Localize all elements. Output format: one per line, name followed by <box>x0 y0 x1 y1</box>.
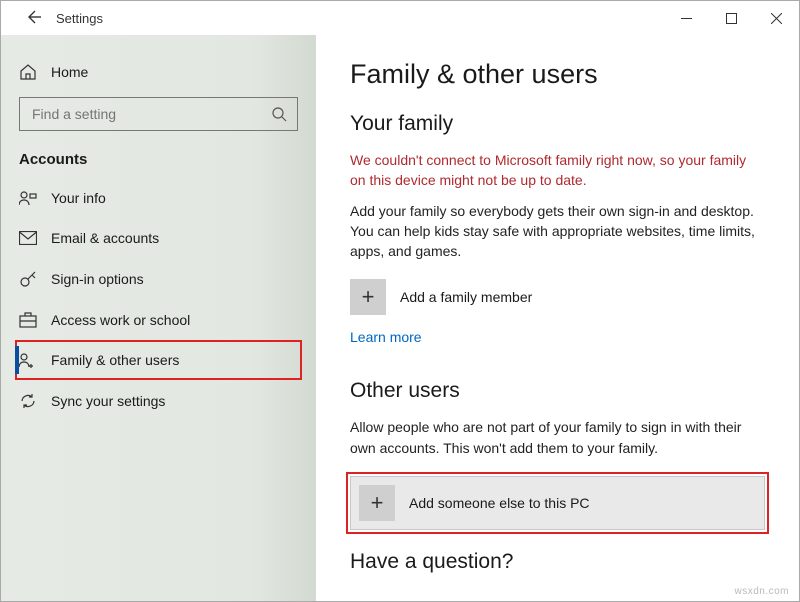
sidebar-item-label: Family & other users <box>51 352 179 368</box>
sidebar-item-label: Email & accounts <box>51 230 159 246</box>
watermark: wsxdn.com <box>734 586 789 597</box>
learn-more-link[interactable]: Learn more <box>350 329 765 345</box>
minimize-button[interactable] <box>664 1 709 35</box>
home-nav[interactable]: Home <box>1 53 316 91</box>
sidebar-item-signin[interactable]: Sign-in options <box>1 258 316 300</box>
plus-icon: + <box>350 279 386 315</box>
arrow-left-icon <box>24 8 42 26</box>
back-button[interactable] <box>24 8 42 26</box>
search-box[interactable] <box>19 97 298 131</box>
key-icon <box>19 270 37 288</box>
mail-icon <box>19 231 37 245</box>
family-section-title: Your family <box>350 112 765 136</box>
maximize-icon <box>726 13 737 24</box>
plus-icon: + <box>359 485 395 521</box>
sidebar-item-label: Sign-in options <box>51 271 144 287</box>
add-other-label: Add someone else to this PC <box>409 495 590 511</box>
minimize-icon <box>681 13 692 24</box>
window-controls <box>664 1 799 35</box>
briefcase-icon <box>19 312 37 328</box>
close-button[interactable] <box>754 1 799 35</box>
add-other-user-button[interactable]: + Add someone else to this PC <box>350 476 765 530</box>
sidebar-item-your-info[interactable]: Your info <box>1 178 316 218</box>
person-badge-icon <box>19 190 37 206</box>
sidebar-item-email[interactable]: Email & accounts <box>1 218 316 258</box>
other-users-section-title: Other users <box>350 379 765 403</box>
family-error-text: We couldn't connect to Microsoft family … <box>350 150 765 191</box>
title-bar: Settings <box>1 1 799 35</box>
family-description: Add your family so everybody gets their … <box>350 201 765 262</box>
window-title: Settings <box>56 11 103 26</box>
home-label: Home <box>51 64 88 80</box>
search-input[interactable] <box>30 105 272 123</box>
add-family-label: Add a family member <box>400 289 532 305</box>
sidebar-item-family[interactable]: Family & other users <box>15 340 302 380</box>
sidebar-item-label: Access work or school <box>51 312 190 328</box>
other-users-description: Allow people who are not part of your fa… <box>350 417 765 458</box>
settings-window: Settings Home Accounts <box>0 0 800 602</box>
maximize-button[interactable] <box>709 1 754 35</box>
content-pane: Family & other users Your family We coul… <box>316 35 799 601</box>
section-title: Accounts <box>1 145 316 178</box>
sidebar-item-work-school[interactable]: Access work or school <box>1 300 316 340</box>
add-family-member-button[interactable]: + Add a family member <box>350 279 765 315</box>
have-question-title: Have a question? <box>350 550 765 574</box>
sidebar-item-label: Your info <box>51 190 106 206</box>
page-title: Family & other users <box>350 59 765 90</box>
sidebar: Home Accounts Your info Email & accounts… <box>1 35 316 601</box>
close-icon <box>771 13 782 24</box>
sync-icon <box>19 392 37 410</box>
home-icon <box>19 63 37 81</box>
sidebar-item-label: Sync your settings <box>51 393 165 409</box>
search-icon <box>272 107 287 122</box>
sidebar-item-sync[interactable]: Sync your settings <box>1 380 316 422</box>
people-icon <box>19 352 37 368</box>
